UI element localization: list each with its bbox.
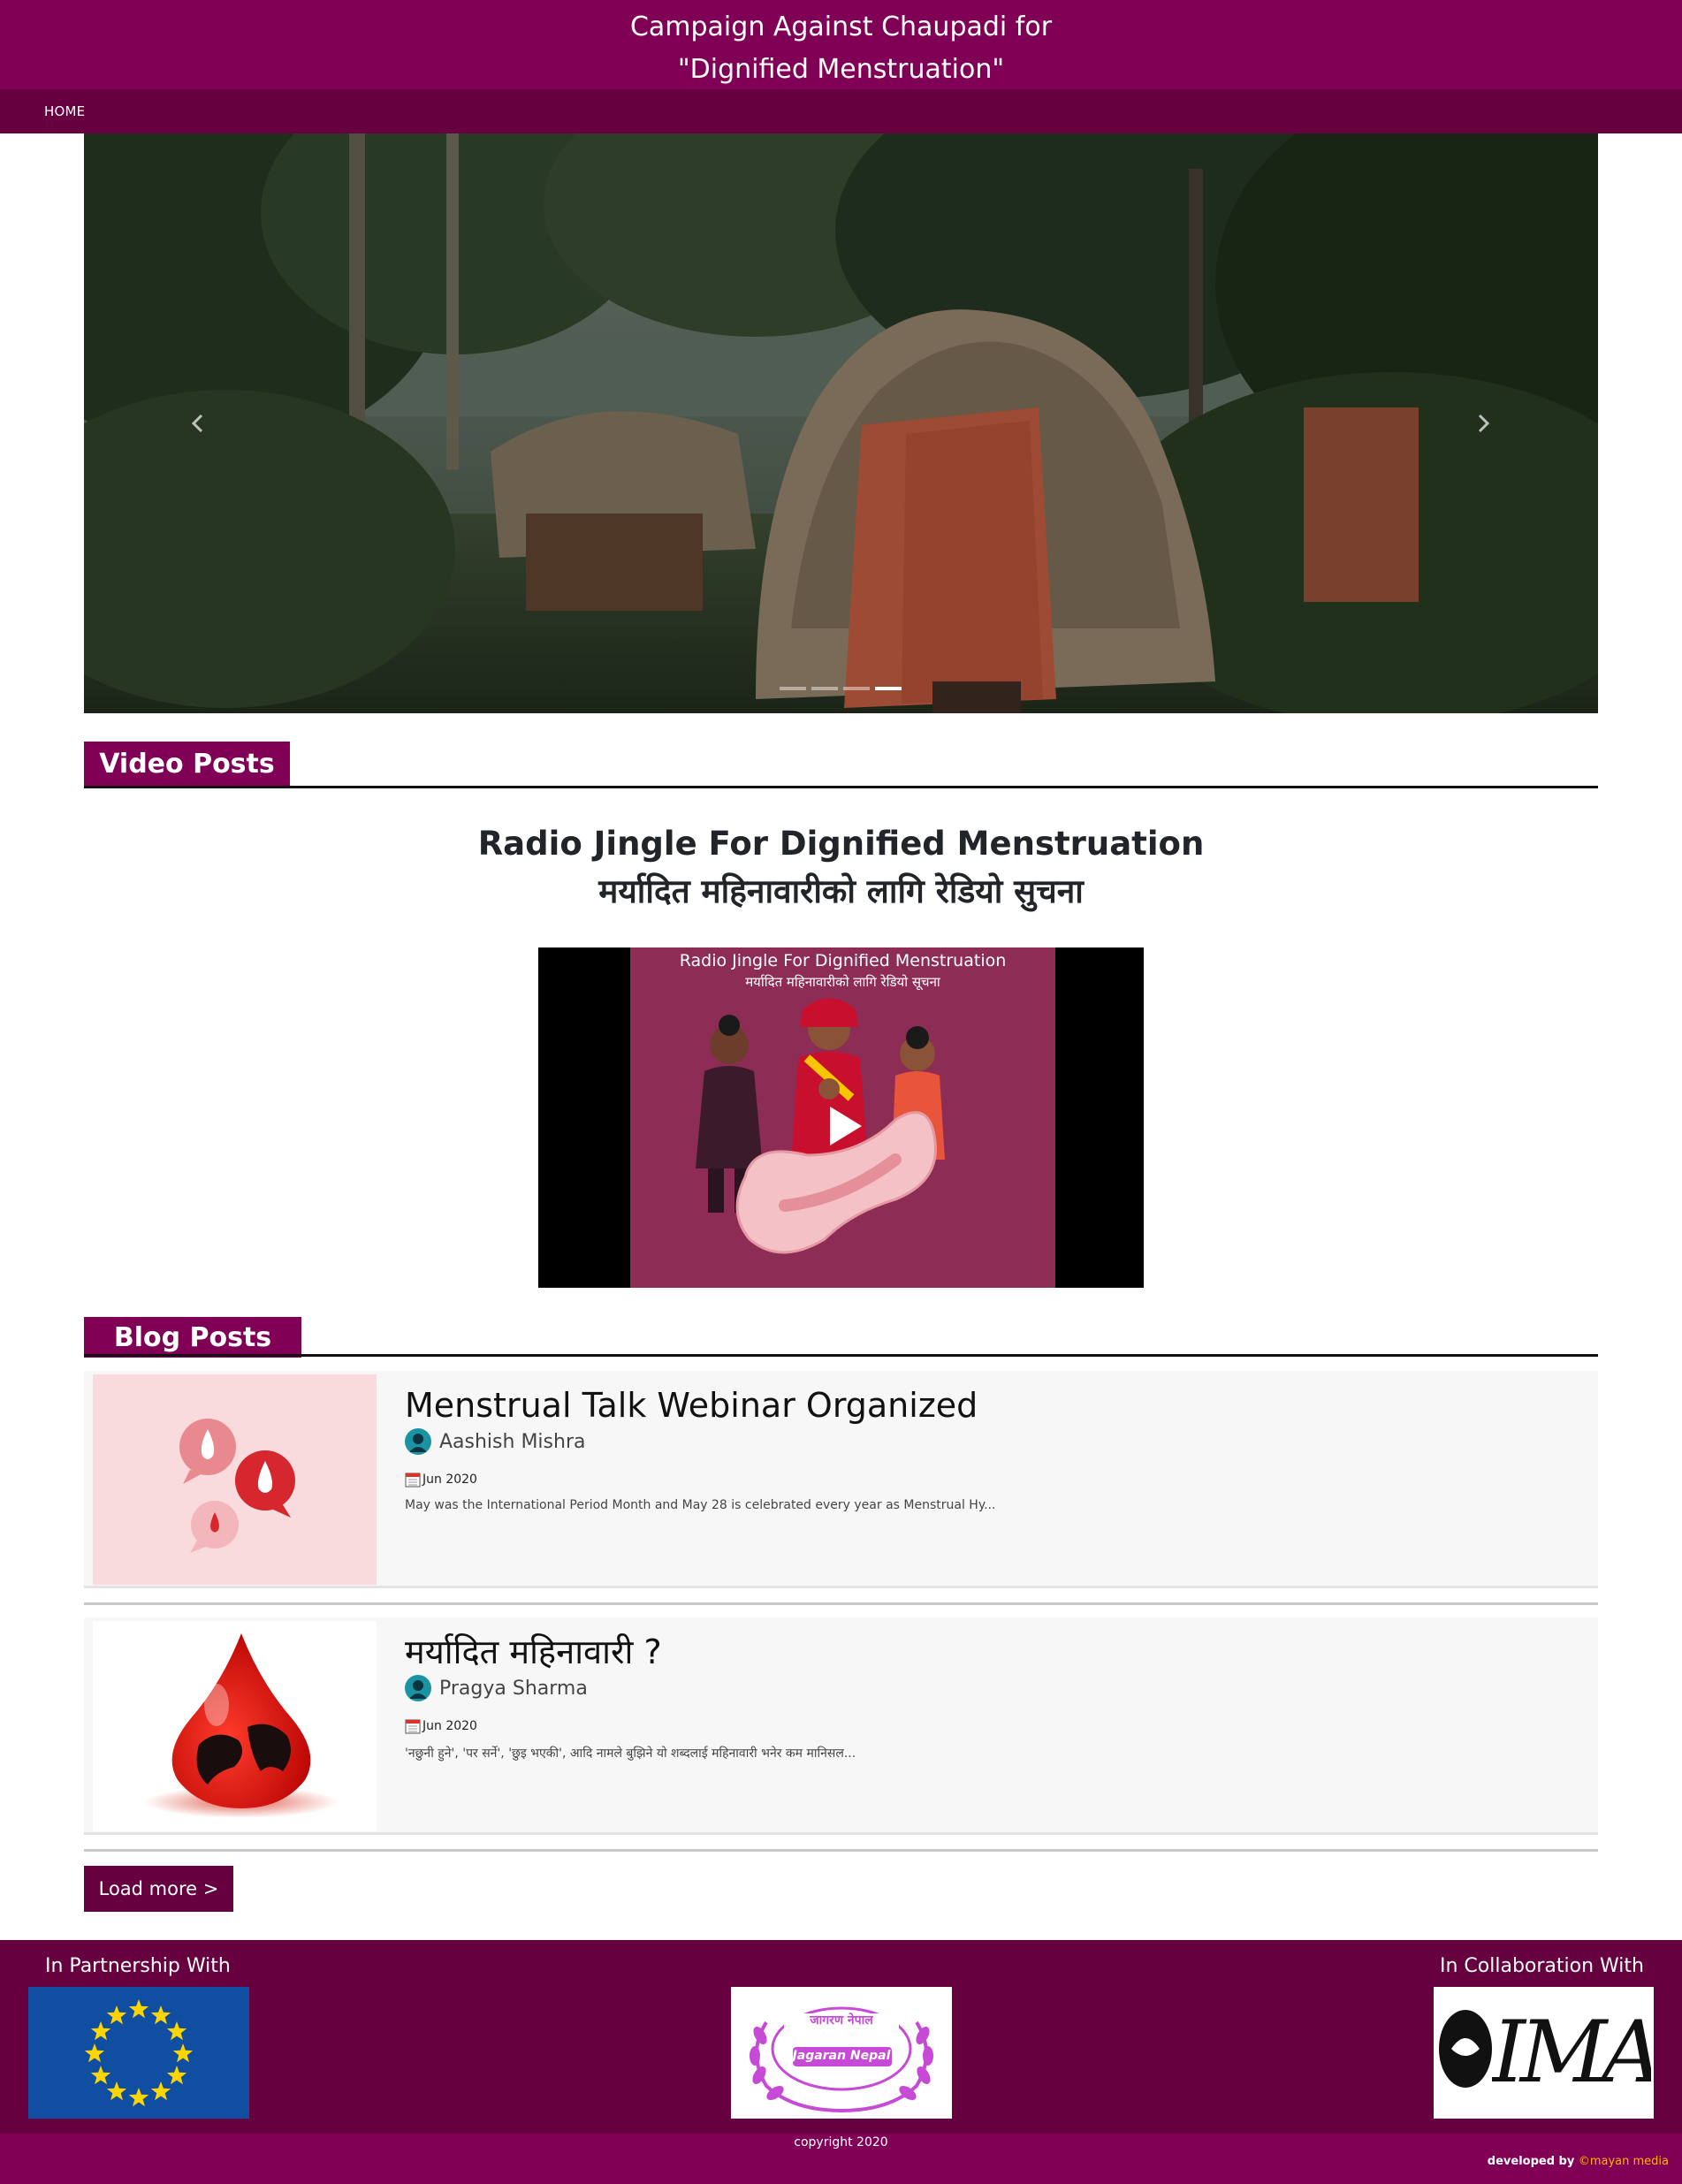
carousel-prev-button[interactable] xyxy=(170,389,223,460)
calendar-icon xyxy=(405,1472,421,1488)
video-posts-heading: Video Posts xyxy=(84,742,290,788)
blog-post-author: Pragya Sharma xyxy=(405,1674,588,1702)
blog-post-author-name: Aashish Mishra xyxy=(439,1430,586,1453)
video-player[interactable]: Radio Jingle For Dignified Menstruation … xyxy=(538,947,1144,1288)
chevron-left-icon xyxy=(191,414,203,433)
blog-post-title[interactable]: Menstrual Talk Webinar Organized xyxy=(405,1385,978,1426)
blog-post-author: Aashish Mishra xyxy=(405,1427,585,1456)
carousel-indicator-3[interactable] xyxy=(843,687,870,690)
blog-post-separator xyxy=(84,1849,1598,1852)
video-title-nepali: मर्यादित महिनावारीको लागि रेडियो सुचना xyxy=(598,872,1084,910)
blog-post-date-text: Jun 2020 xyxy=(422,1472,477,1487)
blog-post-author-name: Pragya Sharma xyxy=(439,1677,588,1700)
carousel-indicator-2[interactable] xyxy=(811,687,838,690)
carousel-indicator-1[interactable] xyxy=(780,687,806,690)
blog-posts-divider xyxy=(84,1354,1598,1357)
user-avatar-icon xyxy=(405,1675,431,1701)
play-icon[interactable] xyxy=(818,1101,867,1151)
blog-post-date: Jun 2020 xyxy=(405,1472,477,1488)
copyright-text: copyright 2020 xyxy=(794,2135,888,2150)
carousel-indicator-4[interactable] xyxy=(875,687,902,690)
carousel-image-chhaupadi-hut xyxy=(84,133,1598,713)
imadr-logo[interactable]: IMADR xyxy=(1434,1987,1654,2119)
site-title-line-2: "Dignified Menstruation" xyxy=(677,54,1005,85)
chevron-right-icon xyxy=(1478,414,1490,433)
navigation-bar xyxy=(0,89,1682,133)
blood-drop-globe-image xyxy=(93,1621,377,1831)
blog-post-date: Jun 2020 xyxy=(405,1718,477,1734)
load-more-button[interactable]: Load more > xyxy=(84,1866,233,1912)
nav-home-link[interactable]: HOME xyxy=(44,103,85,119)
calendar-icon xyxy=(405,1719,421,1734)
jagaran-nepal-logo[interactable]: जागरण नेपाल Jagaran Nepal xyxy=(731,1987,952,2119)
video-thumbnail: Radio Jingle For Dignified Menstruation … xyxy=(630,947,1055,1288)
blog-post-date-text: Jun 2020 xyxy=(422,1719,477,1733)
blog-post-thumbnail[interactable] xyxy=(93,1374,377,1585)
jagaran-logo-text: Jagaran Nepal xyxy=(792,2049,891,2063)
video-title-english: Radio Jingle For Dignified Menstruation xyxy=(477,825,1205,863)
carousel-next-button[interactable] xyxy=(1458,389,1511,460)
site-title-line-1: Campaign Against Chaupadi for xyxy=(629,11,1053,42)
eu-stars-icon xyxy=(28,1987,249,2119)
blog-post-card: मर्यादित महिनावारी ? Pragya Sharma Jun 2… xyxy=(84,1617,1598,1835)
site-title: Campaign Against Chaupadi for "Dignified… xyxy=(0,0,1682,91)
blog-posts-heading: Blog Posts xyxy=(84,1317,301,1358)
blog-post-title[interactable]: मर्यादित महिनावारी ? xyxy=(405,1632,662,1672)
collaboration-label: In Collaboration With xyxy=(1440,1955,1644,1977)
imadr-logo-text: IMADR xyxy=(1492,2003,1651,2102)
blog-post-excerpt: 'नछुनी हुने', 'पर सर्ने', 'छुइ भएकी', आद… xyxy=(405,1746,856,1761)
developer-link[interactable]: ©mayan media xyxy=(1579,2155,1669,2168)
menstrual-drops-image xyxy=(93,1374,377,1585)
developer-credit-label: developed by xyxy=(1487,2155,1579,2168)
blog-post-excerpt: May was the International Period Month a… xyxy=(405,1498,996,1512)
blog-post-separator xyxy=(84,1602,1598,1605)
hero-carousel[interactable] xyxy=(84,133,1598,713)
eu-flag-logo[interactable] xyxy=(28,1987,249,2119)
developer-credit: developed by ©mayan media xyxy=(1488,2155,1669,2168)
partnership-label: In Partnership With xyxy=(45,1955,231,1977)
blog-post-thumbnail[interactable] xyxy=(93,1621,377,1831)
blog-post-card: Menstrual Talk Webinar Organized Aashish… xyxy=(84,1371,1598,1588)
video-title: Radio Jingle For Dignified Menstruation … xyxy=(0,820,1682,916)
video-posts-divider xyxy=(84,786,1598,788)
user-avatar-icon xyxy=(405,1428,431,1455)
jagaran-logo-devanagari-text: जागरण नेपाल xyxy=(810,2013,873,2028)
